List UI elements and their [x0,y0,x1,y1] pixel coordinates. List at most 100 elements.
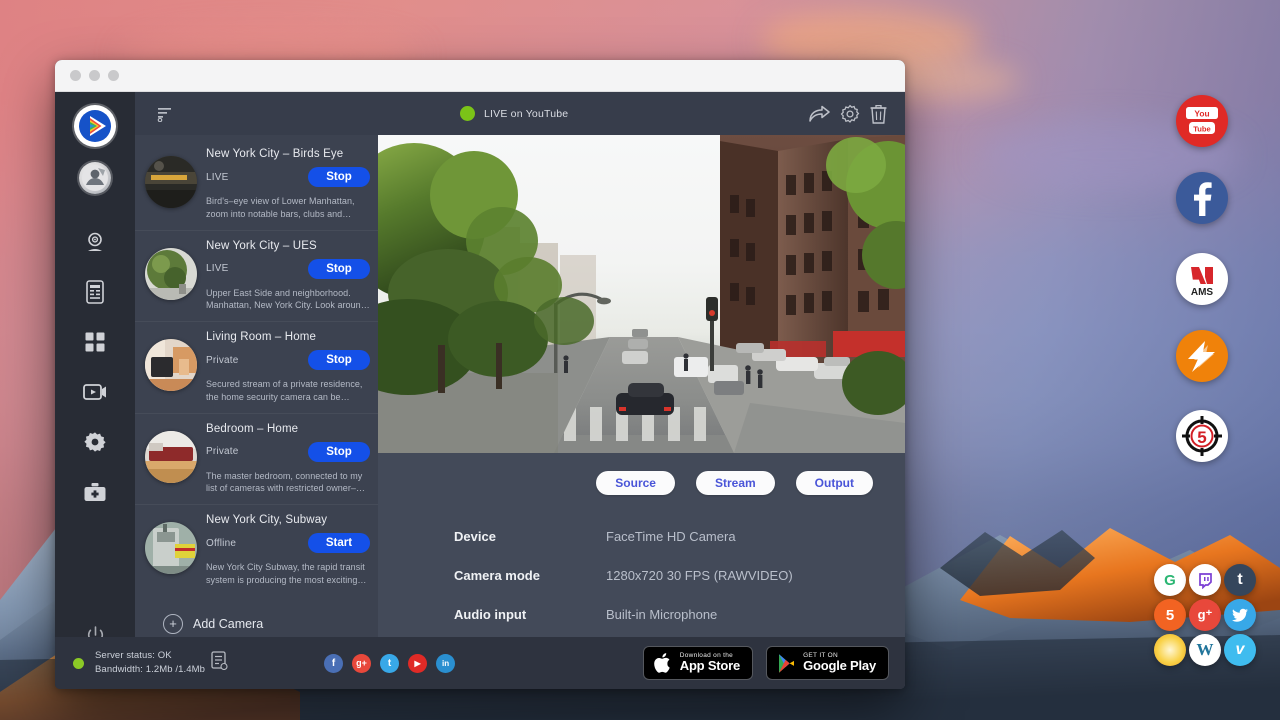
list-toolbar [135,92,378,135]
camera-info: New York City, Subway Offline Start New … [206,514,370,587]
svg-text:5: 5 [1197,428,1206,447]
sort-filter-icon[interactable] [157,106,174,122]
badge-text: GET IT ON Google Play [803,652,876,673]
camera-list-item[interactable]: New York City – UES LIVE Stop Upper East… [135,231,378,323]
camera-status-row: LIVE Stop [206,259,370,279]
trash-icon [870,104,887,124]
desktop-icon-twitch[interactable] [1189,564,1221,596]
social-facebook[interactable]: f [324,654,343,673]
sidebar-item-settings[interactable] [75,422,115,462]
desktop-icon-twitter[interactable] [1224,599,1256,631]
server-status-text: Server status: OK [95,649,205,663]
desktop-icon-wowza[interactable] [1176,330,1228,382]
desktop-icon-wordpress[interactable]: W [1189,634,1221,666]
desktop-icon-target-five[interactable]: 5 [1176,410,1228,462]
video-preview[interactable] [378,135,905,453]
store-badges: Download on the App Store GET IT ON Goog… [643,646,889,680]
camera-list-item[interactable]: New York City – Birds Eye LIVE Stop Bird… [135,139,378,231]
desktop-icon-vimeo[interactable]: v [1224,634,1256,666]
sidebar-item-toolkit[interactable] [75,472,115,512]
google-play-icon [777,653,796,674]
live-indicator-dot [460,106,475,121]
camera-list-item[interactable]: Bedroom – Home Private Stop The master b… [135,414,378,506]
desktop-icon-facebook[interactable] [1176,172,1228,224]
camera-description: New York City Subway, the rapid transit … [206,561,370,587]
youtube-icon: You Tube [1184,106,1220,136]
app-body: New York City – Birds Eye LIVE Stop Bird… [55,92,905,689]
sidebar-item-broadcast[interactable] [75,372,115,412]
social-linkedin[interactable]: in [436,654,455,673]
social-label: g+ [356,658,367,668]
camera-list-item[interactable]: New York City, Subway Offline Start New … [135,505,378,596]
camera-status: LIVE [206,263,228,274]
grid-icon [84,331,106,353]
app-store-badge[interactable]: Download on the App Store [643,646,753,680]
sidebar-item-app-logo[interactable] [74,105,116,147]
living-room-thumbnail-art [145,339,197,391]
birds-eye-thumbnail-art [145,156,197,208]
camera-action-button[interactable]: Stop [308,350,370,370]
ues-thumbnail-art [145,248,197,300]
tab-source[interactable]: Source [596,471,675,495]
gear-icon [840,104,860,124]
adobe-ams-icon: AMS [1180,258,1224,300]
sidebar-item-cameras[interactable] [75,222,115,262]
info-value[interactable]: Built-in Microphone [606,607,717,622]
live-status-badge: LIVE on YouTube [460,106,568,121]
camera-status-row: LIVE Stop [206,167,370,187]
social-google-plus[interactable]: g+ [352,654,371,673]
sort-filter-icon-glyph [157,106,174,122]
share-button[interactable] [809,105,830,122]
camera-status-row: Private Stop [206,442,370,462]
social-twitter[interactable]: t [380,654,399,673]
sidebar-item-device[interactable] [75,272,115,312]
social-youtube[interactable]: ▶ [408,654,427,673]
apple-icon [654,652,673,674]
close-button[interactable] [70,70,81,81]
sidebar-item-user-avatar[interactable] [79,162,111,194]
social-label: ▶ [414,659,420,668]
info-row-camera-mode: Camera mode 1280x720 30 FPS (RAWVIDEO) [454,568,905,583]
camera-list-item[interactable]: Living Room – Home Private Stop Secured … [135,322,378,414]
tab-stream[interactable]: Stream [696,471,775,495]
status-text-block: Server status: OK Bandwidth: 1.2Mb /1.4M… [95,649,205,678]
sidebar-item-dashboard[interactable] [75,322,115,362]
info-value[interactable]: 1280x720 30 FPS (RAWVIDEO) [606,568,793,583]
tab-output[interactable]: Output [796,471,873,495]
camera-action-button[interactable]: Stop [308,442,370,462]
window-titlebar [55,60,905,92]
camera-info: Living Room – Home Private Stop Secured … [206,331,370,404]
info-value[interactable]: FaceTime HD Camera [606,529,736,544]
camera-list[interactable]: New York City – Birds Eye LIVE Stop Bird… [135,135,378,689]
zoom-button[interactable] [108,70,119,81]
settings-button[interactable] [840,104,860,124]
camera-action-button[interactable]: Stop [308,259,370,279]
minimize-button[interactable] [89,70,100,81]
desktop-icon-youtube[interactable]: You Tube [1176,95,1228,147]
camera-thumbnail [145,156,197,208]
desktop-icon-tumblr[interactable]: t [1224,564,1256,596]
camera-action-button[interactable]: Stop [308,167,370,187]
add-camera-button[interactable]: + Add Camera [135,596,378,634]
svg-text:You: You [1194,109,1209,119]
info-label: Device [454,529,606,544]
camera-description: Upper East Side and neighborhood. Manhat… [206,287,370,313]
info-row-audio-input: Audio input Built-in Microphone [454,607,905,622]
social-label: in [442,659,449,668]
app-window: New York City – Birds Eye LIVE Stop Bird… [55,60,905,689]
desktop-icon-five[interactable]: 5 [1154,599,1186,631]
camera-thumbnail [145,339,197,391]
camera-action-button[interactable]: Start [308,533,370,553]
google-play-badge[interactable]: GET IT ON Google Play [766,646,889,680]
desktop-icon-grabyo[interactable]: G [1154,564,1186,596]
bedroom-thumbnail-art [145,431,197,483]
log-button[interactable] [211,651,228,675]
camera-status-row: Private Stop [206,350,370,370]
camera-status: Private [206,446,239,457]
camera-status: LIVE [206,172,228,183]
desktop-icon-adobe-ams[interactable]: AMS [1176,253,1228,305]
desktop-icon-flare[interactable] [1154,634,1186,666]
desktop-icon-google-plus[interactable]: g⁺ [1189,599,1221,631]
bandwidth-text: Bandwidth: 1.2Mb /1.4Mb [95,663,205,677]
delete-button[interactable] [870,104,887,124]
